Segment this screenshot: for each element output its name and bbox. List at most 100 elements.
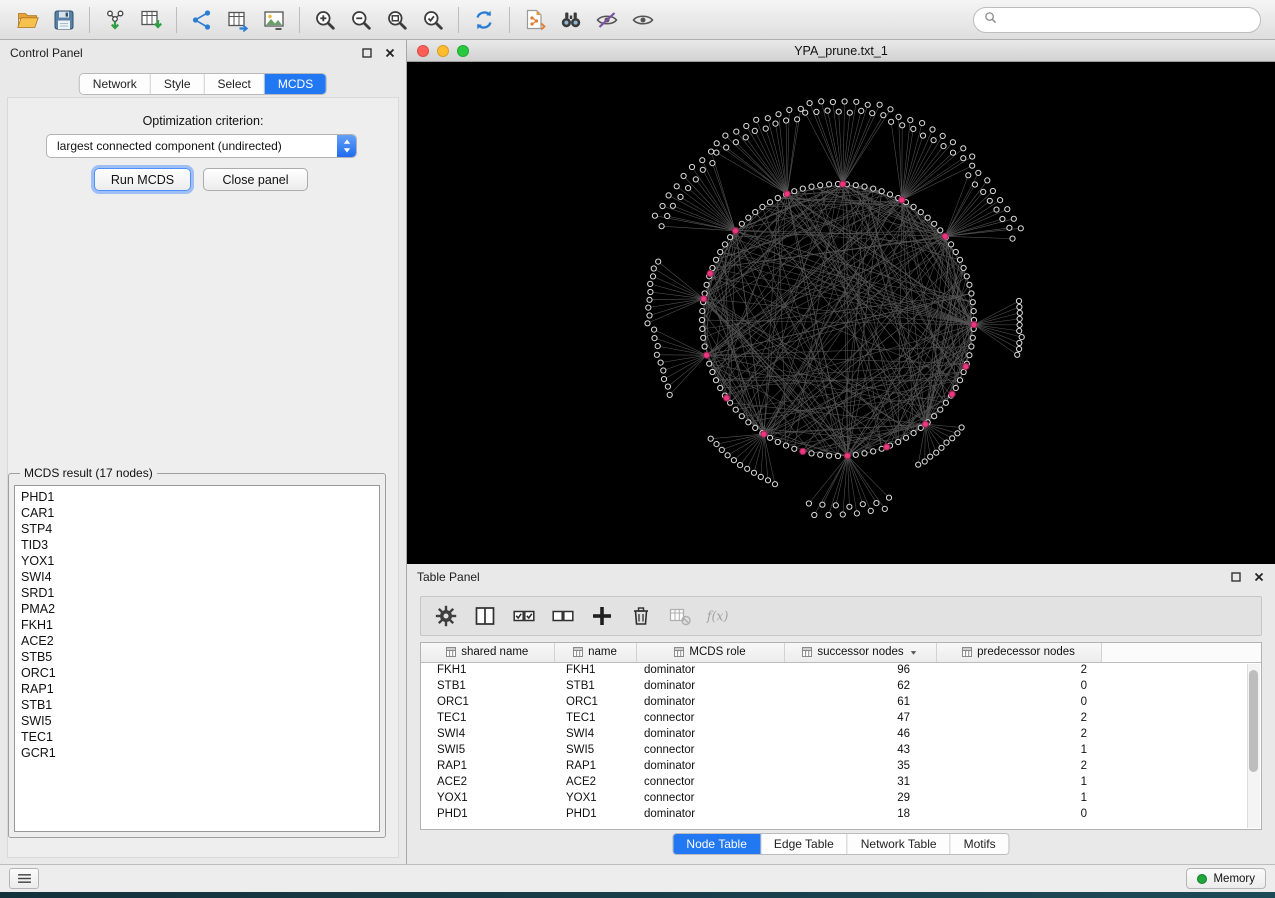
close-panel-button[interactable]: Close panel [203,168,308,191]
network-edges [648,101,1022,515]
column-header-filler [1101,643,1261,662]
mcds-result-item[interactable]: YOX1 [15,553,379,569]
mcds-result-item[interactable]: STB5 [15,649,379,665]
mcds-result-group: MCDS result (17 nodes) PHD1CAR1STP4TID3Y… [8,466,386,838]
table-tab-motifs[interactable]: Motifs [951,834,1009,854]
mcds-result-item[interactable]: FKH1 [15,617,379,633]
table-row[interactable]: ACE2ACE2connector311 [421,774,1261,790]
toggle-column-view-button[interactable] [472,603,498,629]
table-row[interactable]: FKH1FKH1dominator962 [421,662,1261,678]
mcds-result-item[interactable]: PMA2 [15,601,379,617]
panel-menu-button[interactable] [9,868,39,889]
table-settings-button[interactable] [433,603,459,629]
tab-style[interactable]: Style [151,74,205,94]
column-header-predecessor-nodes[interactable]: predecessor nodes [936,643,1101,662]
table-row[interactable]: ORC1ORC1dominator610 [421,694,1261,710]
table-row[interactable]: STB1STB1dominator620 [421,678,1261,694]
mcds-result-item[interactable]: STP4 [15,521,379,537]
tab-network[interactable]: Network [80,74,151,94]
table-cell: RAP1 [554,758,636,774]
table-row[interactable]: PHD1PHD1dominator180 [421,806,1261,822]
close-window-icon[interactable] [417,45,429,57]
tab-select[interactable]: Select [205,74,265,94]
status-bar: Memory [0,864,1275,892]
table-row[interactable]: TEC1TEC1connector472 [421,710,1261,726]
table-scrollbar-track[interactable] [1247,664,1260,828]
maximize-window-icon[interactable] [457,45,469,57]
column-header-shared-name[interactable]: shared name [421,643,554,662]
run-mcds-button[interactable]: Run MCDS [94,168,191,191]
memory-button[interactable]: Memory [1186,868,1266,889]
zoom-in-button[interactable] [307,4,343,36]
clipboard-network-button[interactable] [517,4,553,36]
select-all-rows-button[interactable] [511,603,537,629]
toolbar-separator [509,7,510,33]
table-scrollbar-thumb[interactable] [1249,670,1258,772]
table-cell: 43 [784,742,936,758]
refresh-layout-button[interactable] [466,4,502,36]
criterion-select[interactable]: largest connected component (undirected) [46,134,357,158]
search-input[interactable] [1003,13,1250,27]
column-header-successor-nodes[interactable]: successor nodes [784,643,936,662]
search-network-button[interactable] [553,4,589,36]
table-cell: ACE2 [421,774,554,790]
table-row[interactable]: SWI5SWI5connector431 [421,742,1261,758]
table-cell: 2 [936,710,1101,726]
minimize-window-icon[interactable] [437,45,449,57]
float-panel-icon[interactable] [360,47,373,60]
open-session-button[interactable] [10,4,46,36]
mcds-result-item[interactable]: ACE2 [15,633,379,649]
close-panel-icon[interactable] [1252,571,1265,584]
export-image-button[interactable] [256,4,292,36]
import-network-button[interactable] [97,4,133,36]
zoom-selected-button[interactable] [415,4,451,36]
mcds-result-list[interactable]: PHD1CAR1STP4TID3YOX1SWI4SRD1PMA2FKH1ACE2… [14,485,380,832]
mcds-result-item[interactable]: TEC1 [15,729,379,745]
table-cell: ACE2 [554,774,636,790]
deselect-all-rows-icon [551,604,575,628]
mcds-result-item[interactable]: STB1 [15,697,379,713]
table-tab-network-table[interactable]: Network Table [848,834,951,854]
zoom-out-button[interactable] [343,4,379,36]
export-table-button[interactable] [220,4,256,36]
table-cell: YOX1 [421,790,554,806]
table-row[interactable]: SWI4SWI4dominator462 [421,726,1261,742]
mcds-result-item[interactable]: SRD1 [15,585,379,601]
network-canvas[interactable] [407,62,1275,564]
table-tab-node-table[interactable]: Node Table [673,834,761,854]
hide-details-button[interactable] [589,4,625,36]
deselect-all-rows-button[interactable] [550,603,576,629]
save-session-button[interactable] [46,4,82,36]
float-panel-icon[interactable] [1229,571,1242,584]
tab-mcds[interactable]: MCDS [265,74,326,94]
mcds-result-item[interactable]: TID3 [15,537,379,553]
mcds-result-item[interactable]: CAR1 [15,505,379,521]
table-row[interactable]: RAP1RAP1dominator352 [421,758,1261,774]
table-cell: PHD1 [554,806,636,822]
mcds-result-item[interactable]: PHD1 [15,489,379,505]
mcds-result-item[interactable]: GCR1 [15,745,379,761]
network-graph[interactable] [407,62,1275,564]
import-table-button[interactable] [133,4,169,36]
table-cell-filler [1101,710,1261,726]
close-panel-icon[interactable] [383,47,396,60]
search-network-icon [559,8,583,32]
export-network-button[interactable] [184,4,220,36]
mcds-result-item[interactable]: ORC1 [15,665,379,681]
network-window-titlebar[interactable]: YPA_prune.txt_1 [407,40,1275,62]
search-box[interactable] [973,7,1261,33]
add-column-button[interactable] [589,603,615,629]
table-cell-filler [1101,806,1261,822]
mcds-result-item[interactable]: RAP1 [15,681,379,697]
mcds-result-item[interactable]: SWI5 [15,713,379,729]
table-cell: 1 [936,774,1101,790]
table-tab-edge-table[interactable]: Edge Table [761,834,848,854]
table-cell: 0 [936,694,1101,710]
delete-columns-button[interactable] [628,603,654,629]
zoom-fit-button[interactable] [379,4,415,36]
column-header-mcds-role[interactable]: MCDS role [636,643,784,662]
mcds-result-item[interactable]: SWI4 [15,569,379,585]
show-details-button[interactable] [625,4,661,36]
column-header-name[interactable]: name [554,643,636,662]
table-row[interactable]: YOX1YOX1connector291 [421,790,1261,806]
